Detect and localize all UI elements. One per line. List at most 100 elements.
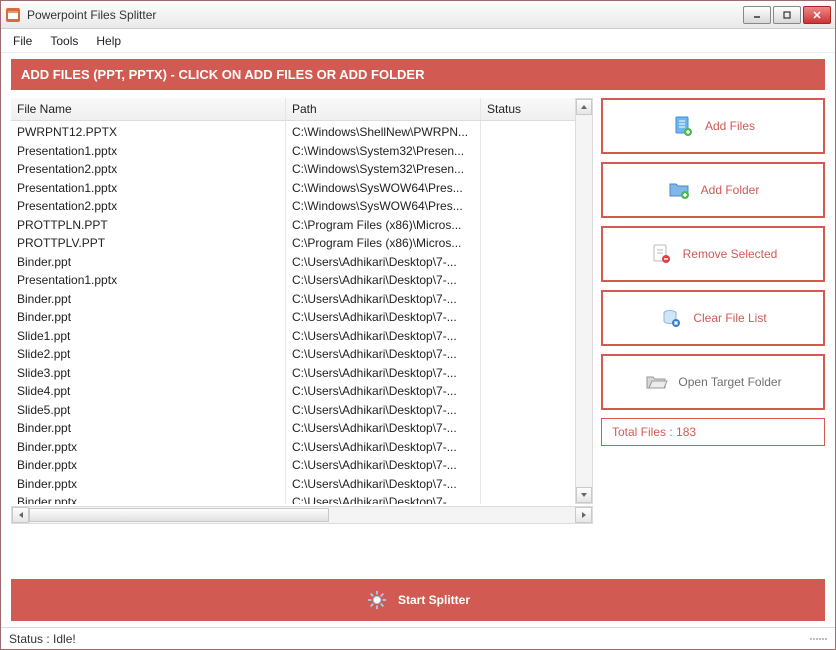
- cell-status: [481, 399, 543, 418]
- table-row[interactable]: PWRPNT12.PPTXC:\Windows\ShellNew\PWRPN..…: [11, 121, 575, 140]
- cell-status: [481, 121, 543, 140]
- table-row[interactable]: Binder.pptxC:\Users\Adhikari\Desktop\7-.…: [11, 454, 575, 473]
- cell-path: C:\Users\Adhikari\Desktop\7-...: [286, 306, 481, 325]
- cell-path: C:\Windows\System32\Presen...: [286, 140, 481, 159]
- open-target-label: Open Target Folder: [678, 375, 781, 389]
- cell-status: [481, 140, 543, 159]
- table-row[interactable]: Binder.pptC:\Users\Adhikari\Desktop\7-..…: [11, 288, 575, 307]
- minimize-button[interactable]: [743, 6, 771, 24]
- cell-filename: Presentation1.pptx: [11, 269, 286, 288]
- remove-selected-icon: [649, 242, 673, 266]
- table-body[interactable]: PWRPNT12.PPTXC:\Windows\ShellNew\PWRPN..…: [11, 121, 575, 504]
- cell-path: C:\Windows\ShellNew\PWRPN...: [286, 121, 481, 140]
- cell-status: [481, 325, 543, 344]
- cell-status: [481, 473, 543, 492]
- cell-path: C:\Program Files (x86)\Micros...: [286, 214, 481, 233]
- cell-path: C:\Windows\SysWOW64\Pres...: [286, 177, 481, 196]
- table-header: File Name Path Status: [11, 98, 575, 121]
- scrollbar-thumb[interactable]: [29, 508, 329, 522]
- open-target-button[interactable]: Open Target Folder: [601, 354, 825, 410]
- remove-selected-button[interactable]: Remove Selected: [601, 226, 825, 282]
- cell-filename: Slide3.ppt: [11, 362, 286, 381]
- close-button[interactable]: [803, 6, 831, 24]
- cell-status: [481, 362, 543, 381]
- open-target-icon: [644, 370, 668, 394]
- table-row[interactable]: Presentation2.pptxC:\Windows\System32\Pr…: [11, 158, 575, 177]
- cell-filename: Slide2.ppt: [11, 343, 286, 362]
- table-row[interactable]: Slide3.pptC:\Users\Adhikari\Desktop\7-..…: [11, 362, 575, 381]
- col-status[interactable]: Status: [481, 98, 543, 120]
- table-row[interactable]: PROTTPLV.PPTC:\Program Files (x86)\Micro…: [11, 232, 575, 251]
- cell-path: C:\Users\Adhikari\Desktop\7-...: [286, 288, 481, 307]
- window-title: Powerpoint Files Splitter: [27, 8, 743, 22]
- cell-filename: Binder.ppt: [11, 417, 286, 436]
- cell-filename: PROTTPLN.PPT: [11, 214, 286, 233]
- table-row[interactable]: Slide4.pptC:\Users\Adhikari\Desktop\7-..…: [11, 380, 575, 399]
- table-row[interactable]: Binder.pptxC:\Users\Adhikari\Desktop\7-.…: [11, 491, 575, 504]
- scroll-right-icon[interactable]: [575, 507, 592, 523]
- start-splitter-label: Start Splitter: [398, 593, 470, 607]
- col-path[interactable]: Path: [286, 98, 481, 120]
- horizontal-scrollbar[interactable]: [11, 506, 593, 524]
- table-row[interactable]: Presentation1.pptxC:\Windows\System32\Pr…: [11, 140, 575, 159]
- remove-selected-label: Remove Selected: [683, 247, 778, 261]
- side-panel: Add Files Add Folder Remove Selected Cle…: [601, 98, 825, 524]
- table-row[interactable]: Binder.pptxC:\Users\Adhikari\Desktop\7-.…: [11, 473, 575, 492]
- total-files-label: Total Files : 183: [601, 418, 825, 446]
- clear-list-label: Clear File List: [693, 311, 766, 325]
- add-folder-button[interactable]: Add Folder: [601, 162, 825, 218]
- cell-path: C:\Users\Adhikari\Desktop\7-...: [286, 269, 481, 288]
- cell-filename: Presentation1.pptx: [11, 140, 286, 159]
- cell-path: C:\Users\Adhikari\Desktop\7-...: [286, 417, 481, 436]
- scroll-up-icon[interactable]: [576, 99, 592, 115]
- cell-filename: Slide4.ppt: [11, 380, 286, 399]
- menu-file[interactable]: File: [13, 34, 32, 48]
- table-row[interactable]: PROTTPLN.PPTC:\Program Files (x86)\Micro…: [11, 214, 575, 233]
- scroll-down-icon[interactable]: [576, 487, 592, 503]
- cell-status: [481, 436, 543, 455]
- table-row[interactable]: Binder.pptC:\Users\Adhikari\Desktop\7-..…: [11, 251, 575, 270]
- add-files-icon: [671, 114, 695, 138]
- cell-path: C:\Program Files (x86)\Micros...: [286, 232, 481, 251]
- gear-icon: [366, 589, 388, 611]
- table-row[interactable]: Slide1.pptC:\Users\Adhikari\Desktop\7-..…: [11, 325, 575, 344]
- cell-status: [481, 251, 543, 270]
- table-row[interactable]: Presentation1.pptxC:\Windows\SysWOW64\Pr…: [11, 177, 575, 196]
- file-table: File Name Path Status PWRPNT12.PPTXC:\Wi…: [11, 98, 593, 524]
- start-splitter-button[interactable]: Start Splitter: [11, 579, 825, 621]
- menu-help[interactable]: Help: [96, 34, 121, 48]
- add-files-button[interactable]: Add Files: [601, 98, 825, 154]
- cell-status: [481, 232, 543, 251]
- app-icon: [5, 7, 21, 23]
- cell-filename: PWRPNT12.PPTX: [11, 121, 286, 140]
- menubar: File Tools Help: [1, 29, 835, 53]
- table-row[interactable]: Binder.pptC:\Users\Adhikari\Desktop\7-..…: [11, 417, 575, 436]
- cell-path: C:\Users\Adhikari\Desktop\7-...: [286, 454, 481, 473]
- cell-status: [481, 177, 543, 196]
- add-folder-icon: [667, 178, 691, 202]
- cell-path: C:\Users\Adhikari\Desktop\7-...: [286, 362, 481, 381]
- cell-filename: Binder.pptx: [11, 454, 286, 473]
- cell-status: [481, 195, 543, 214]
- table-row[interactable]: Binder.pptxC:\Users\Adhikari\Desktop\7-.…: [11, 436, 575, 455]
- cell-status: [481, 417, 543, 436]
- table-row[interactable]: Presentation2.pptxC:\Windows\SysWOW64\Pr…: [11, 195, 575, 214]
- cell-status: [481, 288, 543, 307]
- table-row[interactable]: Slide5.pptC:\Users\Adhikari\Desktop\7-..…: [11, 399, 575, 418]
- table-row[interactable]: Binder.pptC:\Users\Adhikari\Desktop\7-..…: [11, 306, 575, 325]
- vertical-scrollbar[interactable]: [575, 98, 593, 504]
- clear-list-button[interactable]: Clear File List: [601, 290, 825, 346]
- resize-grip-icon[interactable]: [810, 638, 827, 640]
- section-header: ADD FILES (PPT, PPTX) - CLICK ON ADD FIL…: [11, 59, 825, 90]
- cell-path: C:\Users\Adhikari\Desktop\7-...: [286, 343, 481, 362]
- table-row[interactable]: Slide2.pptC:\Users\Adhikari\Desktop\7-..…: [11, 343, 575, 362]
- cell-status: [481, 269, 543, 288]
- maximize-button[interactable]: [773, 6, 801, 24]
- table-row[interactable]: Presentation1.pptxC:\Users\Adhikari\Desk…: [11, 269, 575, 288]
- menu-tools[interactable]: Tools: [50, 34, 78, 48]
- scroll-left-icon[interactable]: [12, 507, 29, 523]
- col-filename[interactable]: File Name: [11, 98, 286, 120]
- titlebar[interactable]: Powerpoint Files Splitter: [1, 1, 835, 29]
- cell-filename: Presentation2.pptx: [11, 195, 286, 214]
- cell-path: C:\Windows\SysWOW64\Pres...: [286, 195, 481, 214]
